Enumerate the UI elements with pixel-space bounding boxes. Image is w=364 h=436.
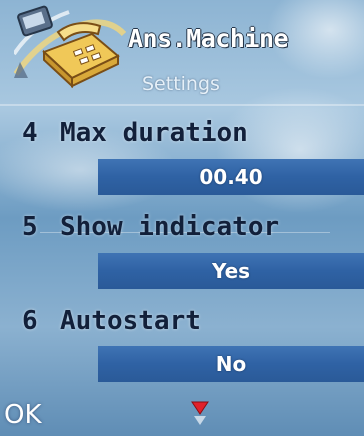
setting-value-autostart[interactable]: No — [98, 346, 364, 382]
ok-softkey[interactable]: OK — [4, 400, 42, 430]
app-header: Ans.Machine Settings — [0, 0, 364, 100]
setting-value-show-indicator[interactable]: Yes — [98, 253, 364, 289]
scroll-down-icon — [191, 401, 209, 425]
setting-label-text: Max duration — [60, 118, 248, 148]
setting-number: 4 — [22, 118, 38, 148]
page-subtitle: Settings — [142, 73, 220, 95]
answering-machine-icon — [14, 5, 126, 89]
setting-number: 5 — [22, 212, 38, 242]
app-screen: Ans.Machine Settings 4 Max duration 00.40… — [0, 0, 364, 436]
setting-label-text: Autostart — [60, 306, 201, 336]
setting-label-show-indicator[interactable]: 5 Show indicator — [22, 212, 279, 242]
app-title: Ans.Machine — [128, 24, 289, 53]
setting-label-max-duration[interactable]: 4 Max duration — [22, 118, 248, 148]
setting-value-max-duration[interactable]: 00.40 — [98, 159, 364, 195]
setting-number: 6 — [22, 306, 38, 336]
setting-label-autostart[interactable]: 6 Autostart — [22, 306, 201, 336]
background-decoration — [0, 104, 364, 106]
setting-label-text: Show indicator — [60, 212, 280, 242]
